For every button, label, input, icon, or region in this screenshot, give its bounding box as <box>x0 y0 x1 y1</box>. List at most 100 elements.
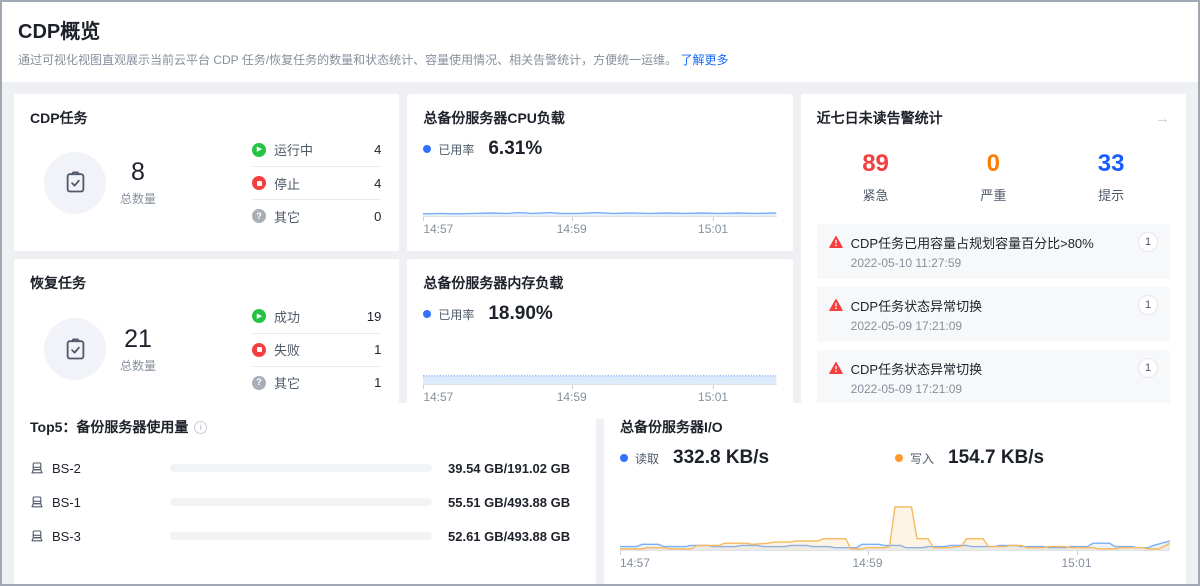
server-name: BS-1 <box>52 495 170 510</box>
alert-count-badge: 1 <box>1138 232 1158 252</box>
io-card: 总备份服务器I/O 读取 332.8 KB/s 写入 154.7 KB/s <box>604 403 1186 585</box>
cpu-load-card: 总备份服务器CPU负载 已用率 6.31% 14:5714:5915:01 <box>407 94 792 251</box>
top5-card: Top5：备份服务器使用量 i BS-2 39.54 GB/191.02 GB … <box>14 403 596 585</box>
clipboard-icon <box>44 318 106 380</box>
alert-stat-critical: 89 紧急 <box>817 150 935 204</box>
server-icon <box>30 495 44 509</box>
alerts-list: CDP任务已用容量占规划容量百分比>80% 1 2022-05-10 11:27… <box>817 224 1170 405</box>
alert-stat-info: 33 提示 <box>1052 150 1170 204</box>
top5-header: Top5：备份服务器使用量 i <box>30 417 580 437</box>
restore-tasks-status-list: ▶ 成功 19 失败 1 ? 其它 <box>252 300 381 399</box>
status-value: 0 <box>374 209 381 224</box>
status-row-failed: 失败 1 <box>252 333 381 366</box>
learn-more-link[interactable]: 了解更多 <box>680 53 728 67</box>
stop-circle-icon <box>252 343 266 357</box>
io-read-value: 332.8 KB/s <box>673 447 769 469</box>
usage-value: 39.54 GB/191.02 GB <box>432 461 580 476</box>
top5-title: Top5：备份服务器使用量 <box>30 417 188 437</box>
memory-usage-value: 18.90% <box>488 303 552 325</box>
alerts-card: 近七日未读告警统计 → 89 紧急 0 严重 33 提示 <box>801 94 1186 419</box>
status-value: 19 <box>367 309 381 324</box>
x-axis-tick <box>1077 551 1078 555</box>
cpu-chart: 14:57 14:59 15:01 <box>423 173 776 237</box>
memory-legend: 已用率 18.90% <box>423 303 776 325</box>
middle-column: 总备份服务器CPU负载 已用率 6.31% 14:57 14:59 15:01 总备… <box>407 94 792 419</box>
x-axis-label: 14:59 <box>557 390 587 404</box>
warning-triangle-icon <box>829 361 843 375</box>
alert-timestamp: 2022-05-09 17:21:09 <box>851 382 1158 396</box>
x-axis-label: 14:57 <box>423 390 453 404</box>
top5-row: BS-3 52.61 GB/493.88 GB <box>30 519 580 553</box>
x-axis-label: 15:01 <box>698 222 728 236</box>
page-subtitle-text: 通过可视化视图直观展示当前云平台 CDP 任务/恢复任务的数量和状态统计、容量使… <box>18 53 677 67</box>
info-label: 提示 <box>1052 185 1170 204</box>
page-subtitle: 通过可视化视图直观展示当前云平台 CDP 任务/恢复任务的数量和状态统计、容量使… <box>18 51 1182 68</box>
top5-row: BS-2 39.54 GB/191.02 GB <box>30 451 580 485</box>
restore-tasks-total-value: 21 <box>120 325 156 354</box>
x-axis-tick <box>620 551 621 555</box>
server-name: BS-3 <box>52 529 170 544</box>
alert-item[interactable]: CDP任务已用容量占规划容量百分比>80% 1 2022-05-10 11:27… <box>817 224 1170 279</box>
cdp-tasks-total-label: 总数量 <box>120 190 156 207</box>
critical-count: 89 <box>817 150 935 178</box>
cpu-usage-value: 6.31% <box>488 138 542 160</box>
left-column: CDP任务 8 <box>14 94 399 419</box>
alert-timestamp: 2022-05-10 11:27:59 <box>851 256 1158 270</box>
memory-card-title: 总备份服务器内存负载 <box>423 273 776 293</box>
cpu-card-title: 总备份服务器CPU负载 <box>423 108 776 128</box>
x-axis-tick <box>572 385 573 389</box>
top5-row: BS-1 55.51 GB/493.88 GB <box>30 485 580 519</box>
status-label: 失败 <box>274 340 300 359</box>
warning-triangle-icon <box>829 235 843 249</box>
status-label: 其它 <box>274 373 300 392</box>
legend-dot-blue <box>620 454 628 462</box>
io-chart-xaxis: 14:5714:5915:01 <box>620 551 1170 571</box>
cpu-chart-xaxis: 14:57 14:59 15:01 <box>423 217 776 237</box>
alert-title: CDP任务状态异常切换 <box>851 359 1138 378</box>
cdp-tasks-body: 8 总数量 ▶ 运行中 4 停止 <box>30 128 383 237</box>
alerts-stats: 89 紧急 0 严重 33 提示 <box>817 150 1170 204</box>
status-row-other: ? 其它 1 <box>252 366 381 399</box>
restore-tasks-total-label: 总数量 <box>120 357 156 374</box>
memory-load-card: 总备份服务器内存负载 已用率 18.90% 14:5714:5915:01 <box>407 259 792 419</box>
memory-legend-label: 已用率 <box>438 306 474 323</box>
restore-tasks-title: 恢复任务 <box>30 273 383 293</box>
cdp-tasks-status-list: ▶ 运行中 4 停止 4 ? 其它 <box>252 133 381 232</box>
critical-label: 紧急 <box>817 185 935 204</box>
server-icon <box>30 529 44 543</box>
arrow-right-icon[interactable]: → <box>1155 110 1170 127</box>
top5-rows: BS-2 39.54 GB/191.02 GB BS-1 55.51 GB/49… <box>30 451 580 553</box>
cdp-tasks-total-block: 8 总数量 <box>44 152 224 214</box>
io-chart-plot <box>620 499 1170 551</box>
warning-triangle-icon <box>829 298 843 312</box>
dashboard-content: CDP任务 8 <box>2 82 1198 586</box>
top-grid: CDP任务 8 <box>14 94 1186 395</box>
x-axis-tick <box>423 217 424 221</box>
x-axis-label: 14:57 <box>423 222 453 236</box>
page-title: CDP概览 <box>18 15 1182 44</box>
status-row-other: ? 其它 0 <box>252 199 381 232</box>
alert-count-badge: 1 <box>1138 358 1158 378</box>
play-circle-icon: ▶ <box>252 309 266 323</box>
info-icon[interactable]: i <box>194 421 207 434</box>
usage-bar-track <box>170 498 432 506</box>
status-row-success: ▶ 成功 19 <box>252 300 381 333</box>
restore-tasks-card: 恢复任务 21 <box>14 259 399 419</box>
question-circle-icon: ? <box>252 209 266 223</box>
x-axis-tick <box>423 385 424 389</box>
alert-item[interactable]: CDP任务状态异常切换 1 2022-05-09 17:21:09 <box>817 350 1170 405</box>
alert-item[interactable]: CDP任务状态异常切换 1 2022-05-09 17:21:09 <box>817 287 1170 342</box>
x-axis-tick <box>713 385 714 389</box>
server-icon <box>30 461 44 475</box>
alert-count-badge: 1 <box>1138 295 1158 315</box>
alert-stat-major: 0 严重 <box>934 150 1052 204</box>
io-legends: 读取 332.8 KB/s 写入 154.7 KB/s <box>620 447 1170 469</box>
x-axis-label: 14:59 <box>557 222 587 236</box>
status-value: 4 <box>374 142 381 157</box>
question-circle-icon: ? <box>252 376 266 390</box>
usage-value: 55.51 GB/493.88 GB <box>432 495 580 510</box>
alert-title: CDP任务已用容量占规划容量百分比>80% <box>851 233 1138 252</box>
x-axis-tick <box>572 217 573 221</box>
clipboard-icon <box>44 152 106 214</box>
restore-tasks-total-block: 21 总数量 <box>44 318 224 380</box>
